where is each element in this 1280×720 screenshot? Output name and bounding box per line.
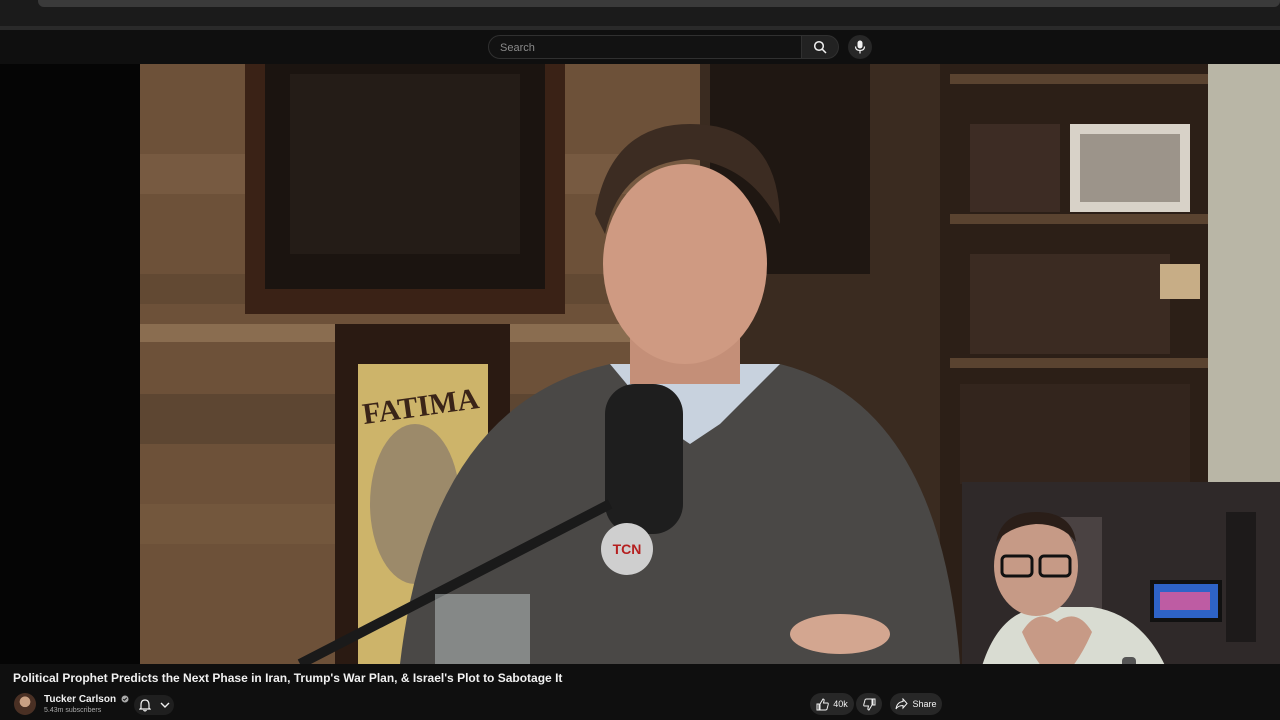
like-button[interactable]: 40k: [810, 693, 854, 715]
notification-button[interactable]: [134, 695, 174, 715]
like-icon: [816, 697, 830, 710]
video-title: Political Prophet Predicts the Next Phas…: [13, 671, 563, 685]
share-icon: [895, 698, 909, 710]
mic-icon: [854, 40, 866, 54]
search-box[interactable]: [488, 35, 802, 60]
search-input[interactable]: [498, 36, 792, 60]
share-label: Share: [912, 699, 937, 709]
mic-logo: TCN: [613, 541, 642, 557]
bell-icon: [138, 698, 151, 712]
masthead: [0, 30, 1280, 64]
channel-name[interactable]: Tucker Carlson: [44, 694, 129, 705]
video-info: Political Prophet Predicts the Next Phas…: [0, 664, 1280, 720]
search-icon: [813, 40, 827, 54]
like-count: 40k: [833, 699, 848, 709]
browser-chrome: [0, 0, 1280, 30]
tab-strip: [38, 0, 1280, 7]
share-button[interactable]: Share: [890, 693, 942, 715]
video-edge-right: [1208, 64, 1280, 484]
search-button[interactable]: [802, 35, 839, 59]
channel-name-text[interactable]: Tucker Carlson: [44, 694, 116, 705]
channel-avatar[interactable]: [14, 693, 36, 715]
verified-icon: [121, 695, 129, 703]
dislike-button[interactable]: [856, 693, 882, 715]
subscriber-count: 5.43m subscribers: [44, 707, 102, 714]
chevron-down-icon: [160, 702, 169, 708]
voice-search-button[interactable]: [848, 35, 872, 59]
dislike-icon: [862, 698, 875, 711]
